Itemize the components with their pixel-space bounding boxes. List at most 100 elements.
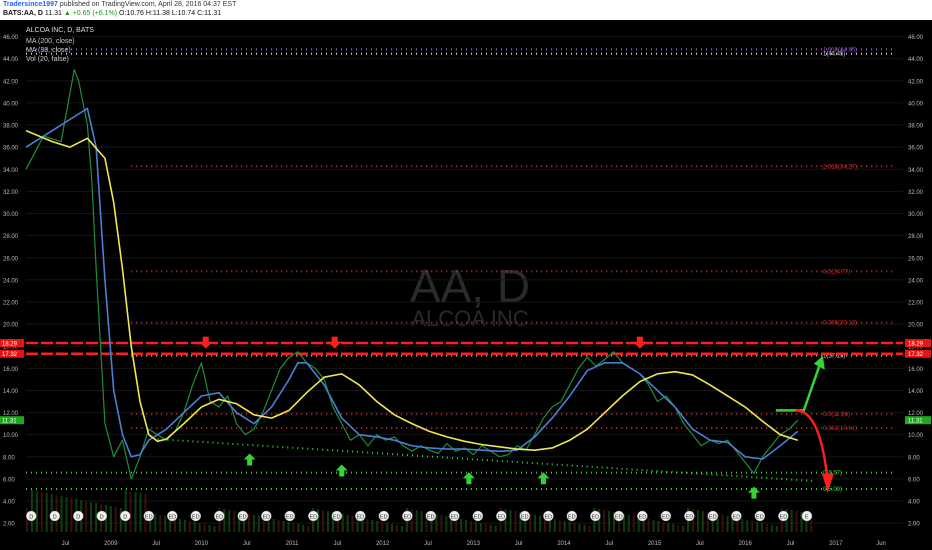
volume-bar-13 [90, 502, 93, 532]
y-tick-left-4: 10.00 [3, 433, 19, 439]
event-badge-text-6: ED [168, 514, 176, 520]
y-tick-left-16: 34.00 [3, 168, 19, 174]
x-tick-9: 2013 [467, 541, 481, 547]
y-tick-left-17: 36.00 [3, 146, 19, 152]
volume-bar-95 [494, 526, 497, 532]
volume-bar-136 [696, 510, 699, 532]
price-badge-right-text-1: 17.32 [908, 352, 924, 358]
price-badge-right-text-0: 18.29 [908, 342, 924, 348]
event-badge-text-31: ED [756, 514, 764, 520]
volume-bar-132 [677, 525, 680, 532]
event-badge-text-20: ED [498, 514, 506, 520]
y-tick-right-22: 46.00 [908, 35, 924, 41]
y-tick-right-1: 4.00 [908, 500, 920, 506]
volume-bar-27 [159, 515, 162, 532]
y-tick-right-18: 38.00 [908, 124, 924, 130]
watermark-symbol: AA, D [410, 260, 530, 312]
volume-bar-72 [381, 522, 384, 532]
x-tick-17: 2017 [829, 541, 843, 547]
volume-bar-71 [376, 521, 379, 532]
volume-bar-147 [751, 521, 754, 532]
volume-bar-73 [386, 523, 389, 532]
y-tick-left-7: 16.00 [3, 367, 19, 373]
volume-bar-118 [608, 511, 611, 532]
y-tick-left-15: 32.00 [3, 190, 19, 196]
fib-label-7: 0.382(10.61) [823, 426, 857, 432]
y-tick-left-18: 38.00 [3, 124, 19, 130]
author-link[interactable]: Tradersince1997 [3, 1, 58, 8]
y-tick-left-1: 4.00 [3, 500, 15, 506]
volume-bar-149 [761, 523, 764, 532]
volume-bar-4 [45, 493, 48, 532]
volume-bar-35 [198, 523, 201, 532]
event-badge-text-28: ED [686, 514, 694, 520]
volume-bar-94 [489, 525, 492, 532]
event-badge-text-9: ED [239, 514, 247, 520]
chart-header: Tradersince1997 published on TradingView… [0, 0, 932, 20]
fib-label-1: 1(44.45) [823, 52, 845, 58]
volume-bar-2 [35, 491, 38, 532]
volume-bar-122 [627, 515, 630, 532]
y-tick-right-5: 12.00 [908, 411, 924, 417]
volume-bar-114 [588, 526, 591, 532]
volume-bar-47 [257, 516, 260, 532]
x-tick-8: Jul [424, 541, 432, 547]
volume-bar-40 [223, 509, 226, 532]
event-badge-text-26: ED [639, 514, 647, 520]
event-badge-text-18: ED [451, 514, 459, 520]
watermark-name: ALCOA INC [411, 306, 528, 331]
volume-bar-76 [400, 526, 403, 532]
y-tick-left-21: 44.00 [3, 57, 19, 63]
price-badge-right-text-2: 11.31 [908, 419, 923, 425]
y-tick-left-13: 28.00 [3, 234, 19, 240]
volume-bar-84 [440, 515, 443, 532]
y-tick-left-22: 46.00 [3, 35, 19, 41]
x-tick-5: 2011 [286, 541, 300, 547]
volume-bar-9 [70, 498, 73, 532]
event-badge-text-10: ED [262, 514, 270, 520]
y-tick-left-10: 22.00 [3, 300, 19, 306]
event-badge-text-0: D [29, 514, 33, 520]
volume-bar-107 [553, 519, 556, 532]
y-tick-left-14: 30.00 [3, 212, 19, 218]
x-tick-6: Jul [333, 541, 341, 547]
event-badge-text-29: ED [709, 514, 717, 520]
event-badge-text-13: ED [333, 514, 341, 520]
y-tick-left-0: 2.00 [3, 522, 15, 528]
volume-bar-148 [756, 522, 759, 532]
volume-bar-92 [479, 523, 482, 532]
volume-bar-32 [183, 520, 186, 532]
volume-bar-52 [282, 521, 285, 532]
volume-bar-93 [484, 524, 487, 532]
volume-bar-17 [109, 506, 112, 532]
volume-bar-85 [445, 516, 448, 532]
volume-bar-34 [193, 522, 196, 532]
event-badge-text-14: ED [356, 514, 364, 520]
legend-ma200: MA (200, close) [26, 38, 75, 45]
volume-bar-18 [114, 507, 117, 532]
y-tick-right-9: 20.00 [908, 323, 924, 329]
volume-bar-42 [233, 511, 236, 532]
y-tick-left-9: 20.00 [3, 323, 19, 329]
volume-bar-88 [460, 519, 463, 532]
event-badge-text-30: ED [733, 514, 741, 520]
price-chart[interactable]: AA, D ALCOA INC 1.618(44.85)1(44.45)2.61… [0, 20, 932, 550]
last-price: 11.31 [44, 10, 62, 17]
volume-bar-108 [558, 520, 561, 532]
chart-title: ALCOA INC, D, BATS [26, 27, 94, 34]
event-badge-text-17: ED [427, 514, 435, 520]
volume-bar-129 [662, 522, 665, 532]
volume-bar-126 [647, 519, 650, 532]
y-tick-right-20: 42.00 [908, 79, 924, 85]
x-tick-12: Jul [605, 541, 613, 547]
volume-bar-90 [469, 521, 472, 532]
volume-bar-45 [247, 514, 250, 532]
event-badge-text-12: ED [309, 514, 317, 520]
y-tick-right-6: 14.00 [908, 389, 924, 395]
volume-bar-7 [60, 496, 63, 532]
volume-bar-112 [578, 524, 581, 532]
y-tick-right-2: 6.00 [908, 477, 920, 483]
y-tick-right-3: 8.00 [908, 455, 920, 461]
volume-bar-128 [657, 521, 660, 532]
fib-label-9: 0(5.09) [823, 487, 842, 493]
